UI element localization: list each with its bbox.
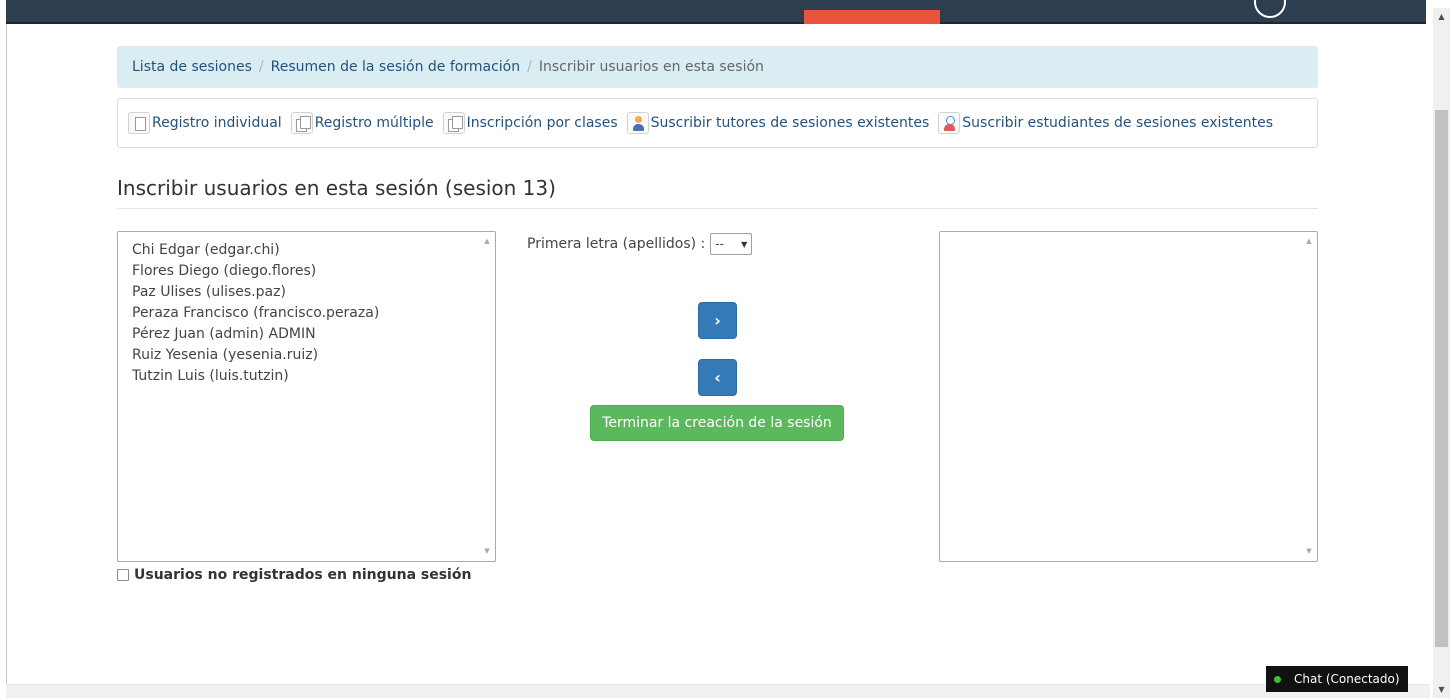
online-status-icon	[1274, 675, 1281, 683]
documents-icon	[290, 112, 313, 134]
list-item[interactable]: Ruiz Yesenia (yesenia.ruiz)	[132, 345, 495, 366]
chevron-right-icon: ›	[714, 311, 721, 330]
chat-label: Chat (Conectado)	[1294, 672, 1400, 686]
scrollbar-thumb[interactable]	[1435, 110, 1448, 647]
chevron-left-icon: ‹	[714, 368, 721, 387]
list-item[interactable]: Paz Ulises (ulises.paz)	[132, 282, 495, 303]
first-letter-value: --	[715, 237, 724, 251]
chat-status-button[interactable]: Chat (Conectado)	[1266, 666, 1408, 692]
unregistered-users-checkbox[interactable]	[117, 569, 129, 581]
list-scroll-up-icon[interactable]: ▲	[1303, 235, 1315, 247]
first-letter-label: Primera letra (apellidos) :	[527, 236, 706, 252]
first-letter-filter: Primera letra (apellidos) : -- ▼	[527, 233, 753, 255]
available-users-list[interactable]: Chi Edgar (edgar.chi) Flores Diego (diego…	[117, 231, 496, 562]
top-navbar	[6, 0, 1426, 24]
list-scroll-down-icon[interactable]: ▼	[481, 545, 493, 557]
chevron-down-icon: ▼	[741, 239, 748, 249]
documents-icon	[442, 112, 465, 134]
list-scroll-down-icon[interactable]: ▼	[1303, 545, 1315, 557]
user-avatar-icon[interactable]	[1254, 0, 1286, 18]
list-item[interactable]: Tutzin Luis (luis.tutzin)	[132, 366, 495, 387]
breadcrumb-current: Inscribir usuarios en esta sesión	[538, 59, 764, 75]
document-icon	[128, 112, 150, 134]
selected-users-items	[940, 232, 1317, 240]
breadcrumb-session-summary[interactable]: Resumen de la sesión de formación	[271, 59, 521, 75]
list-scroll-up-icon[interactable]: ▲	[481, 235, 493, 247]
list-item[interactable]: Pérez Juan (admin) ADMIN	[132, 324, 495, 345]
active-tab-indicator[interactable]	[804, 10, 940, 24]
list-item[interactable]: Chi Edgar (edgar.chi)	[132, 240, 495, 261]
breadcrumb-session-list[interactable]: Lista de sesiones	[132, 59, 252, 75]
action-label: Registro individual	[152, 115, 282, 131]
action-label: Suscribir tutores de sesiones existentes	[650, 115, 930, 131]
action-label: Suscribir estudiantes de sesiones existe…	[962, 115, 1274, 131]
page-scrollbar[interactable]: ▲ ▼	[1433, 8, 1450, 698]
breadcrumb: Lista de sesiones / Resumen de la sesión…	[117, 46, 1318, 88]
list-item[interactable]: Flores Diego (diego.flores)	[132, 261, 495, 282]
scroll-down-icon[interactable]: ▼	[1433, 681, 1450, 698]
scroll-up-icon[interactable]: ▲	[1433, 8, 1450, 25]
add-users-button[interactable]: ›	[698, 302, 737, 339]
breadcrumb-separator: /	[527, 59, 532, 75]
actions-toolbar: Registro individual Registro múltiple In…	[117, 98, 1318, 148]
subscribe-tutors-link[interactable]: Suscribir tutores de sesiones existentes	[626, 112, 930, 134]
selected-users-list[interactable]: ▲ ▼	[939, 231, 1318, 562]
unregistered-users-filter[interactable]: Usuarios no registrados en ninguna sesió…	[117, 566, 471, 584]
horizontal-scroll-track	[6, 684, 1430, 698]
remove-users-button[interactable]: ‹	[698, 359, 737, 396]
action-label: Registro múltiple	[314, 115, 434, 131]
breadcrumb-separator: /	[258, 59, 264, 75]
individual-registration-link[interactable]: Registro individual	[128, 112, 282, 134]
list-item[interactable]: Peraza Francisco (francisco.peraza)	[132, 303, 495, 324]
multiple-registration-link[interactable]: Registro múltiple	[290, 112, 434, 134]
action-label: Inscripción por clases	[466, 115, 618, 131]
page-title: Inscribir usuarios en esta sesión (sesio…	[117, 176, 1318, 209]
class-enrollment-link[interactable]: Inscripción por clases	[442, 112, 618, 134]
subscribe-students-link[interactable]: Suscribir estudiantes de sesiones existe…	[938, 112, 1273, 134]
available-users-items: Chi Edgar (edgar.chi) Flores Diego (diego…	[118, 232, 495, 387]
checkbox-label: Usuarios no registrados en ninguna sesió…	[134, 567, 472, 583]
finish-session-button[interactable]: Terminar la creación de la sesión	[590, 405, 844, 441]
student-icon	[938, 112, 961, 134]
tutor-icon	[626, 112, 649, 134]
first-letter-select[interactable]: -- ▼	[710, 233, 753, 255]
